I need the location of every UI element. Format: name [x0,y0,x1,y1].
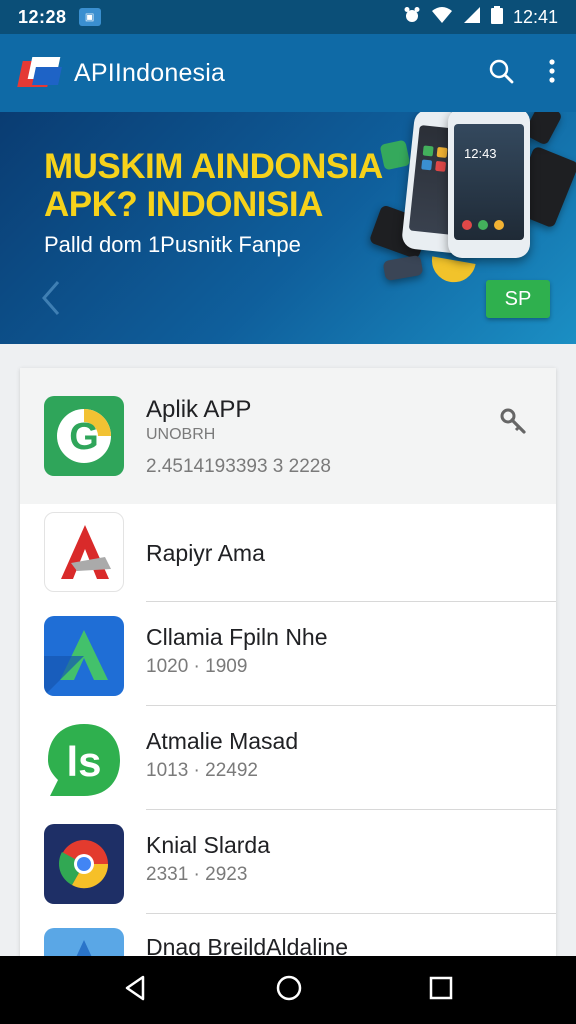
status-time-right: 12:41 [512,6,558,27]
list-item[interactable]: Cllamia Fpiln Nhe 1020 · 1909 [20,602,556,706]
svg-text:G: G [69,416,99,458]
alarm-icon [403,6,421,29]
banner-action-button[interactable]: SP [486,280,550,318]
app-bar: APIIndonesia [0,34,576,112]
app-meta: 1020 · 1909 [146,656,248,677]
notification-icon: ▣ [78,8,101,26]
featured-app-subtitle: UNOBRH [146,426,216,443]
phone-illustration: 12:43 [448,112,530,258]
svg-text:ls: ls [66,738,101,785]
app-tile-icon [379,139,411,171]
overflow-menu-icon[interactable] [548,58,556,89]
phone-illustration [382,254,424,282]
app-list-card: G Aplik APP UNOBRH 2.4514193393 3 2228 R… [20,368,556,968]
app-name: Rapiyr Ama [146,540,265,566]
featured-app-row[interactable]: G Aplik APP UNOBRH 2.4514193393 3 2228 [20,368,556,504]
signal-icon [463,6,481,29]
promo-banner[interactable]: MUSKIM AINDONSIA APK? INDONISIA Palld do… [0,112,576,344]
search-icon[interactable] [488,58,514,89]
phone-screen-clock: 12:43 [464,146,497,161]
system-nav-bar [0,956,576,1024]
app-icon [44,824,124,904]
app-logo [17,57,62,89]
banner-subtitle: Palld dom 1Pusnitk Fanpe [44,232,301,257]
banner-headline-line-1: MUSKIM AINDONSIA [44,147,383,186]
featured-app-name: Aplik APP [146,396,252,423]
banana-illustration [428,256,476,286]
app-icon [44,616,124,696]
status-bar: 12:28 ▣ 12:41 [0,0,576,34]
status-time: 12:28 [18,6,67,27]
app-meta: 2331 · 2923 [146,864,248,885]
status-icons: 12:41 [403,5,558,29]
app-name: Atmalie Masad [146,728,299,754]
app-icon [44,512,124,592]
list-item[interactable]: ls Atmalie Masad 1013 · 22492 [20,706,556,810]
recents-icon[interactable] [429,976,453,1005]
list-item[interactable]: Rapiyr Ama [20,504,556,602]
app-name: Knial Slarda [146,832,271,858]
back-icon[interactable] [123,975,149,1006]
app-title: APIIndonesia [74,58,226,87]
chevron-left-icon[interactable] [40,280,62,321]
featured-app-icon: G [44,396,124,476]
key-icon[interactable] [498,406,528,441]
list-item[interactable]: Knial Slarda 2331 · 2923 [20,810,556,914]
featured-app-meta: 2.4514193393 3 2228 [146,456,331,477]
home-icon[interactable] [275,974,303,1007]
app-icon: ls [44,720,124,800]
banner-headline-line-2: APK? INDONISIA [44,185,323,224]
app-name: Cllamia Fpiln Nhe [146,624,328,650]
battery-icon [490,5,503,29]
app-meta: 1013 · 22492 [146,760,258,781]
banner-headline: MUSKIM AINDONSIA APK? INDONISIA [44,148,383,224]
wifi-icon [431,6,453,29]
